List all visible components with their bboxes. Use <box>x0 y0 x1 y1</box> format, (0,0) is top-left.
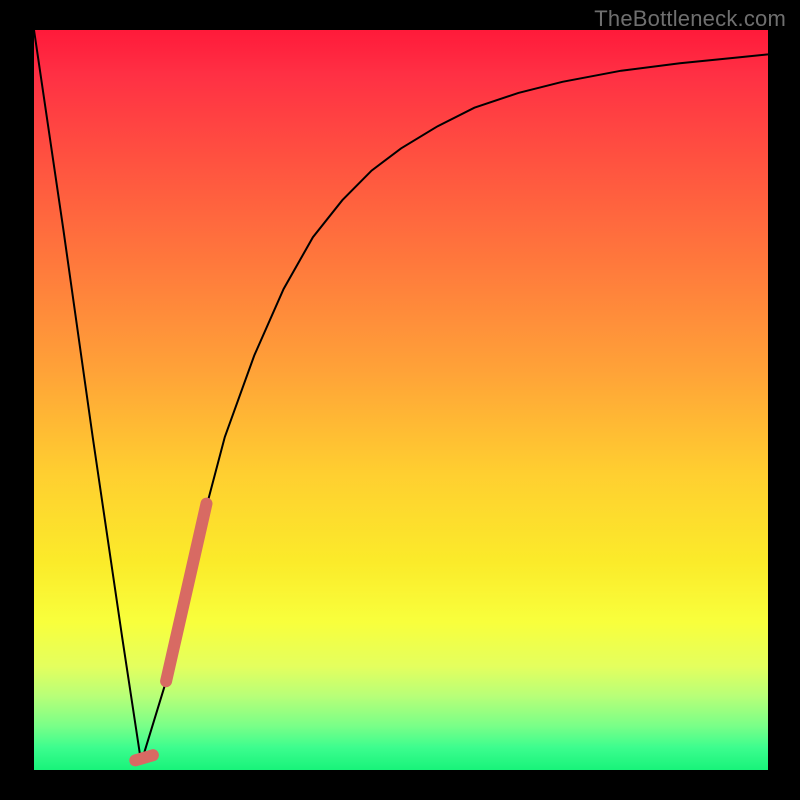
plot-area <box>34 30 768 770</box>
chart-canvas: TheBottleneck.com <box>0 0 800 800</box>
series-bottleneck-curve <box>34 30 768 763</box>
series-highlight-segment <box>166 504 206 682</box>
watermark-text: TheBottleneck.com <box>594 6 786 32</box>
chart-svg <box>34 30 768 770</box>
series-highlight-dot <box>135 755 153 760</box>
